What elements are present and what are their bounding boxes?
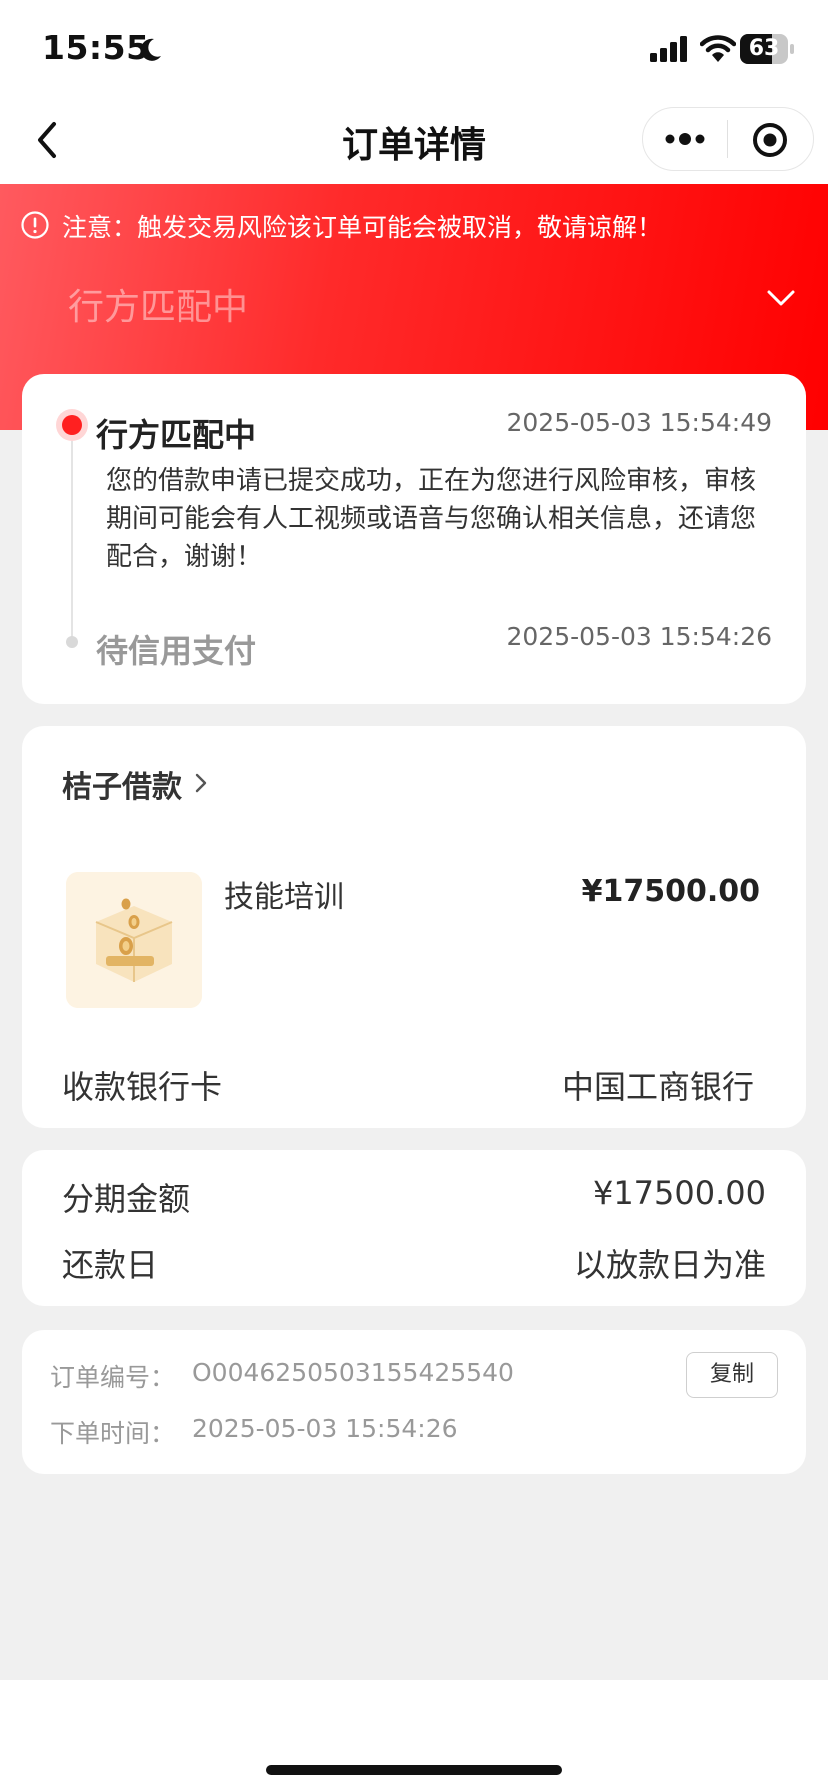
step-title-current: 行方匹配中 bbox=[96, 416, 257, 454]
step-time-current: 2025-05-03 15:54:49 bbox=[506, 408, 772, 437]
warning-icon bbox=[21, 211, 49, 239]
timeline-active-dot bbox=[62, 415, 82, 435]
repayment-day-label: 还款日 bbox=[62, 1246, 159, 1284]
order-time-value: 2025-05-03 15:54:26 bbox=[192, 1414, 458, 1443]
product-price: ¥17500.00 bbox=[581, 874, 760, 909]
product-name: 技能培训 bbox=[224, 880, 344, 915]
repayment-day-value: 以放款日为准 bbox=[573, 1246, 766, 1284]
bottom-safe-area bbox=[0, 1680, 828, 1792]
bank-card-value: 中国工商银行 bbox=[561, 1068, 754, 1106]
coin-box-icon bbox=[66, 872, 202, 1008]
copy-button[interactable]: 复制 bbox=[686, 1352, 778, 1398]
timeline-line bbox=[71, 428, 73, 642]
signal-icon bbox=[650, 36, 687, 62]
merchant-name[interactable]: 桔子借款 bbox=[62, 762, 182, 806]
more-icon[interactable] bbox=[662, 124, 708, 154]
capsule-divider bbox=[727, 120, 728, 158]
wifi-icon bbox=[700, 35, 736, 62]
installment-amount-label: 分期金额 bbox=[62, 1180, 191, 1218]
order-number-value: O0046250503155425540 bbox=[192, 1358, 514, 1387]
target-icon[interactable] bbox=[752, 122, 788, 158]
bank-card-label: 收款银行卡 bbox=[62, 1068, 223, 1106]
step-title-previous: 待信用支付 bbox=[96, 632, 257, 670]
battery-level: 63 bbox=[748, 36, 780, 61]
status-time: 15:55 bbox=[42, 28, 150, 67]
timeline-inactive-dot bbox=[66, 636, 78, 648]
risk-warning-text: 注意：触发交易风险该订单可能会被取消，敬请谅解！ bbox=[62, 213, 663, 242]
banner-stage-title: 行方匹配中 bbox=[68, 287, 249, 328]
step-description: 您的借款申请已提交成功，正在为您进行风险审核，审核期间可能会有人工视频或语音与您… bbox=[106, 466, 757, 572]
chevron-down-icon[interactable] bbox=[764, 284, 798, 312]
order-info-card bbox=[22, 1330, 806, 1474]
order-time-label: 下单时间： bbox=[50, 1419, 176, 1448]
home-indicator[interactable] bbox=[266, 1765, 562, 1775]
step-time-previous: 2025-05-03 15:54:26 bbox=[506, 622, 772, 651]
order-number-label: 订单编号： bbox=[50, 1363, 176, 1392]
chevron-right-icon[interactable] bbox=[190, 768, 212, 798]
installment-amount-value: ¥17500.00 bbox=[592, 1174, 766, 1212]
moon-icon bbox=[140, 38, 161, 61]
